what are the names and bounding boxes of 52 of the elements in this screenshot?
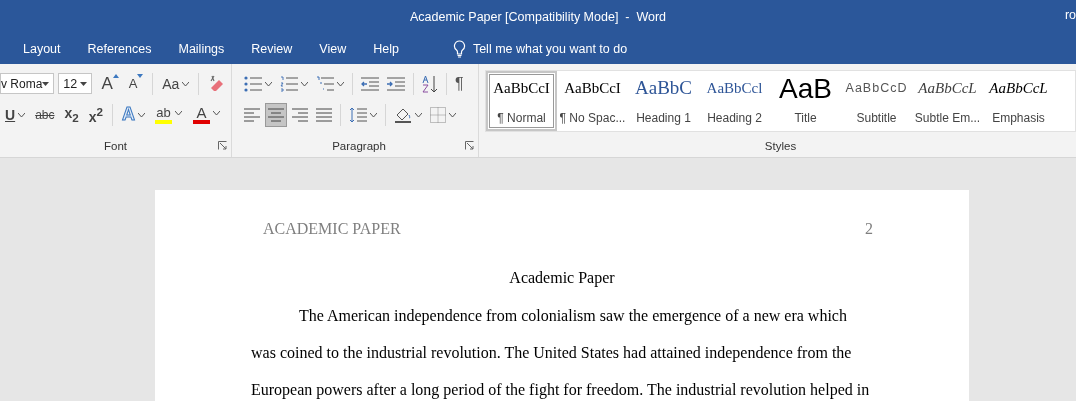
group-label: Styles	[764, 140, 797, 152]
style-option[interactable]: AaBbCcI ¶ Normal	[486, 71, 557, 131]
style-option[interactable]: AaBbC Heading 1	[628, 71, 699, 131]
ribbon-tab[interactable]: Review	[251, 39, 293, 58]
strikethrough-button[interactable]: abc	[32, 102, 58, 127]
highlight-button[interactable]: ab	[152, 101, 187, 128]
user-name[interactable]: ro	[1064, 8, 1076, 22]
window-title: Academic Paper [Compatibility Mode] - Word	[409, 9, 667, 24]
ribbon-tab[interactable]: Mailings	[178, 39, 225, 58]
group-label: Paragraph	[332, 140, 386, 152]
style-name: ¶ No Spac...	[559, 111, 626, 125]
grow-font-button[interactable]: A	[98, 71, 122, 96]
ribbon-tab[interactable]: View	[319, 39, 347, 58]
body-paragraph: The American independence from colonialism saw the emergence of a new era which was coined to the industrial revolution. The United States had attained independence from the European powers after a long period of the fight for freedom. The industrial revolution helped in	[251, 306, 871, 401]
style-preview: AaB	[779, 77, 832, 101]
style-name: Title	[794, 111, 817, 125]
ribbon-tab[interactable]: References	[87, 39, 152, 58]
style-name: Heading 2	[707, 111, 762, 125]
style-preview: AaBbCcI	[493, 79, 550, 98]
subscript-button[interactable]: x$_{2}$	[61, 102, 82, 127]
style-preview: AaBbCcl	[706, 79, 763, 98]
superscript-button[interactable]: x$^{2}$	[85, 102, 107, 127]
tell-me-field[interactable]: Tell me what you want to do	[452, 39, 628, 58]
change-case-button[interactable]: Aa	[159, 71, 193, 96]
font-size-field[interactable]: 12	[58, 73, 93, 94]
underline-button[interactable]: U	[2, 102, 29, 127]
shrink-font-button[interactable]: A	[125, 71, 147, 96]
style-preview: AaBbCcD	[845, 80, 908, 97]
running-header: ACADEMIC PAPER	[263, 220, 401, 238]
style-preview: AaBbCcI	[564, 79, 621, 98]
style-preview: AaBbC	[635, 77, 692, 99]
style-name: Subtitle	[856, 111, 897, 125]
style-option[interactable]: AaBbCcI ¶ No Spac...	[557, 71, 628, 131]
style-preview: AaBbCcL	[989, 79, 1048, 98]
style-name: Subtle Em...	[914, 111, 981, 125]
show-marks-button[interactable]: ¶	[452, 71, 467, 96]
style-option[interactable]: AaBbCcL Emphasis	[983, 71, 1054, 131]
font-name-field[interactable]: v Roma	[0, 73, 55, 94]
page-number: 2	[865, 220, 873, 238]
group-label: Font	[104, 140, 127, 152]
style-option[interactable]: AaB Title	[770, 71, 841, 131]
ribbon-tab[interactable]: Help	[373, 39, 399, 58]
style-option[interactable]: AaBbCcl Heading 2	[699, 71, 770, 131]
style-option[interactable]: AaBbCcD Subtitle	[841, 71, 912, 131]
document-title: Academic Paper	[509, 269, 615, 286]
style-name: ¶ Normal	[497, 111, 546, 125]
style-name: Heading 1	[636, 111, 691, 125]
style-name: Emphasis	[992, 111, 1045, 125]
style-preview: AaBbCcL	[918, 79, 977, 98]
style-option[interactable]: AaBbCcL Subtle Em...	[912, 71, 983, 131]
ribbon-tab[interactable]: Layout	[23, 39, 61, 58]
font-color-button[interactable]: A	[190, 101, 225, 128]
